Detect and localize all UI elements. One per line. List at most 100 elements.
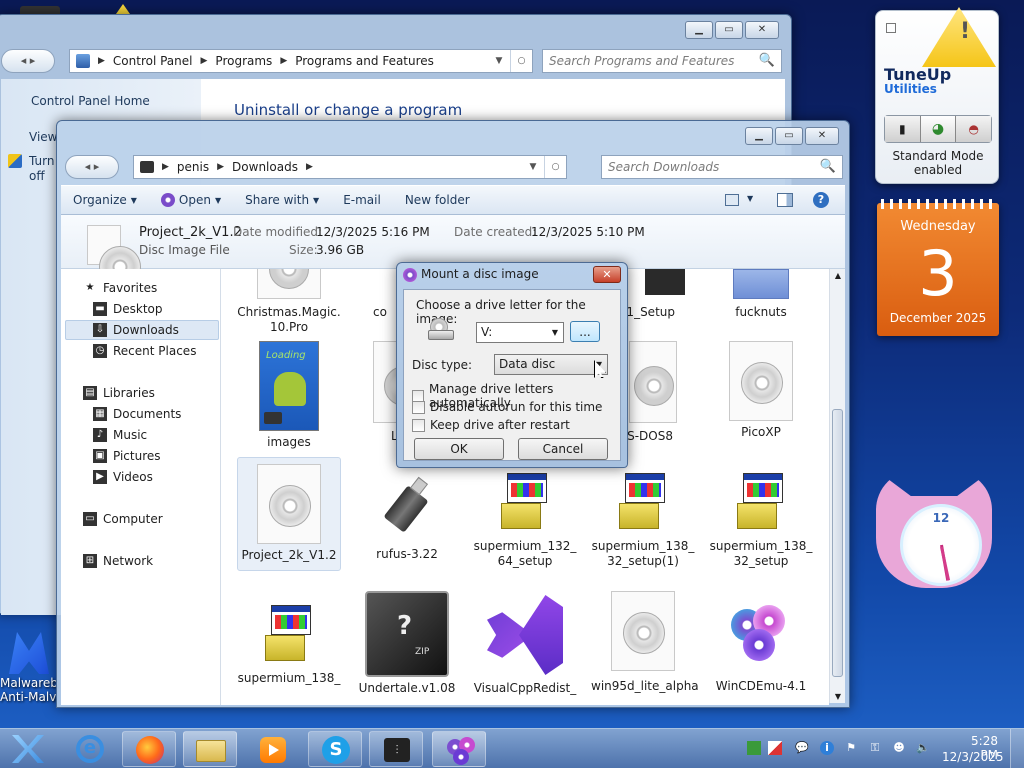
clock-date[interactable]: 12/3/2025 xyxy=(942,750,1004,764)
scroll-thumb[interactable] xyxy=(832,409,843,677)
resize-icon[interactable] xyxy=(886,23,896,33)
file-item[interactable]: co xyxy=(355,269,395,320)
breadcrumb-item[interactable]: Control Panel xyxy=(113,54,193,68)
address-dropdown-icon[interactable]: ▼ xyxy=(522,156,544,178)
scroll-up-icon[interactable]: ▲ xyxy=(830,271,846,280)
tray-user-icon[interactable]: ☻ xyxy=(892,741,906,755)
back-forward-buttons[interactable]: ◂ ▸ xyxy=(1,49,55,73)
organize-button[interactable]: Organize ▼ xyxy=(61,193,149,207)
cancel-button[interactable]: Cancel xyxy=(518,438,608,460)
browse-button[interactable]: ... xyxy=(570,321,600,342)
taskbar-explorer[interactable] xyxy=(183,731,237,767)
tray-shield-icon[interactable] xyxy=(768,741,782,755)
file-item[interactable]: Loading images xyxy=(237,341,341,450)
close-button[interactable]: ✕ xyxy=(805,127,839,145)
file-item[interactable]: supermium_132_ 64_setup xyxy=(473,463,577,569)
dialog-close-button[interactable]: ✕ xyxy=(593,266,621,283)
nav-favorites[interactable]: ★ Favorites xyxy=(83,281,158,295)
start-button[interactable] xyxy=(8,733,48,765)
refresh-icon[interactable]: ○ xyxy=(544,156,566,178)
breadcrumb-item[interactable]: Programs and Features xyxy=(295,54,434,68)
nav-pictures[interactable]: ▣ Pictures xyxy=(93,449,161,463)
file-item[interactable]: WinCDEmu-4.1 xyxy=(709,591,813,694)
taskbar-ie[interactable]: e xyxy=(66,731,114,767)
keep-drive-checkbox[interactable]: Keep drive after restart xyxy=(412,418,570,432)
file-item-selected[interactable]: Project_2k_V1.2 xyxy=(237,457,341,571)
sidebar-link-home[interactable]: Control Panel Home xyxy=(31,94,150,108)
nav-desktop[interactable]: ▬ Desktop xyxy=(93,302,163,316)
desktop-icon-partial[interactable] xyxy=(20,6,60,14)
taskbar-media-player[interactable] xyxy=(248,731,296,767)
tray-info-icon[interactable]: i xyxy=(820,741,834,755)
file-item[interactable]: rufus-3.22 xyxy=(355,463,459,562)
preview-pane-icon[interactable] xyxy=(777,193,793,207)
breadcrumb-item[interactable]: Programs xyxy=(215,54,272,68)
sidebar-link-view[interactable]: View xyxy=(29,130,57,144)
nav-computer[interactable]: ▭ Computer xyxy=(83,512,163,526)
tray-volume-icon[interactable]: 🔈 xyxy=(916,741,930,755)
close-button[interactable]: ✕ xyxy=(745,21,779,39)
vertical-scrollbar[interactable]: ▲ ▼ xyxy=(829,269,845,703)
show-desktop-button[interactable] xyxy=(1010,729,1024,768)
nav-videos[interactable]: ▶ Videos xyxy=(93,470,153,484)
address-dropdown-icon[interactable]: ▼ xyxy=(488,50,510,72)
standard-mode-icon[interactable]: ◕ xyxy=(920,116,957,142)
tray-app-icon[interactable] xyxy=(747,741,761,755)
file-item[interactable]: supermium_138_ 32_setup xyxy=(709,463,813,569)
minimize-button[interactable]: ▁ xyxy=(685,21,713,39)
nav-libraries[interactable]: ▤ Libraries xyxy=(83,386,155,400)
address-bar[interactable]: ▶ penis ▶ Downloads ▶ ▼ ○ xyxy=(133,155,567,179)
file-item[interactable]: PicoXP xyxy=(709,341,813,440)
nav-network[interactable]: ⊞ Network xyxy=(83,554,153,568)
tray-network-icon[interactable]: ⚿ xyxy=(868,741,882,755)
tray-chat-icon[interactable]: 💬 xyxy=(795,741,809,755)
economy-mode-icon[interactable]: ▮ xyxy=(885,116,921,142)
new-folder-button[interactable]: New folder xyxy=(393,193,482,207)
maximize-button[interactable]: ▭ xyxy=(715,21,743,39)
sidebar-link-turn[interactable]: off xyxy=(29,169,45,183)
file-item[interactable]: supermium_138_ xyxy=(237,591,341,686)
maximize-button[interactable]: ▭ xyxy=(775,127,803,145)
nav-music[interactable]: ♪ Music xyxy=(93,428,147,442)
refresh-icon[interactable]: ○ xyxy=(510,50,532,72)
file-item[interactable]: fucknuts xyxy=(709,269,813,320)
breadcrumb-item[interactable]: Downloads xyxy=(232,160,298,174)
disable-autorun-checkbox[interactable]: Disable autorun for this time xyxy=(412,400,602,414)
wincdemu-icon xyxy=(447,737,475,765)
file-item[interactable]: supermium_138_ 32_setup(1) xyxy=(591,463,695,569)
file-item[interactable]: VisualCppRedist_ xyxy=(473,591,577,696)
scroll-down-icon[interactable]: ▼ xyxy=(830,692,846,701)
file-item[interactable]: ? ZIP Undertale.v1.08 xyxy=(355,591,459,696)
address-bar[interactable]: ▶ Control Panel ▶ Programs ▶ Programs an… xyxy=(69,49,533,73)
file-label: fucknuts xyxy=(735,305,787,319)
nav-recent-places[interactable]: ◷ Recent Places xyxy=(93,344,196,358)
disc-type-select[interactable]: Data disc ▼ xyxy=(494,354,608,375)
share-with-button[interactable]: Share with ▼ xyxy=(233,193,331,207)
email-button[interactable]: E-mail xyxy=(331,193,393,207)
taskbar-wincdemu[interactable] xyxy=(432,731,486,767)
desktop-icon-label: Malwareb xyxy=(0,676,58,690)
search-input[interactable]: Search Programs and Features 🔍 xyxy=(542,49,782,73)
minimize-button[interactable]: ▁ xyxy=(745,127,773,145)
file-item[interactable]: Christmas.Magic. 10.Pro xyxy=(237,269,341,335)
turbo-mode-icon[interactable]: ◓ xyxy=(956,116,992,142)
tray-action-center-icon[interactable]: ⚑ xyxy=(844,741,858,755)
view-options-icon[interactable] xyxy=(725,194,739,206)
back-forward-buttons[interactable]: ◂ ▸ xyxy=(65,155,119,179)
sidebar-link-turn[interactable]: Turn xyxy=(29,154,54,168)
search-input[interactable]: Search Downloads 🔍 xyxy=(601,155,843,179)
help-icon[interactable]: ? xyxy=(813,192,829,208)
desktop-icon-partial[interactable] xyxy=(116,4,130,14)
taskbar-mixer[interactable]: ⫶ xyxy=(369,731,423,767)
chevron-down-icon[interactable]: ▼ xyxy=(747,194,753,203)
file-item[interactable]: win95d_lite_alpha xyxy=(591,591,699,694)
ok-button[interactable]: OK xyxy=(414,438,504,460)
desktop-icon-malwarebytes[interactable]: Malwareb Anti-Malv xyxy=(0,632,58,704)
taskbar-firefox[interactable] xyxy=(122,731,176,767)
nav-documents[interactable]: ▦ Documents xyxy=(93,407,181,421)
open-button[interactable]: Open ▼ xyxy=(149,193,233,207)
breadcrumb-item[interactable]: penis xyxy=(177,160,209,174)
nav-downloads[interactable]: ⇩ Downloads xyxy=(65,320,219,340)
drive-letter-select[interactable]: V: ▼ xyxy=(476,322,564,343)
taskbar-skype[interactable]: S xyxy=(308,731,362,767)
